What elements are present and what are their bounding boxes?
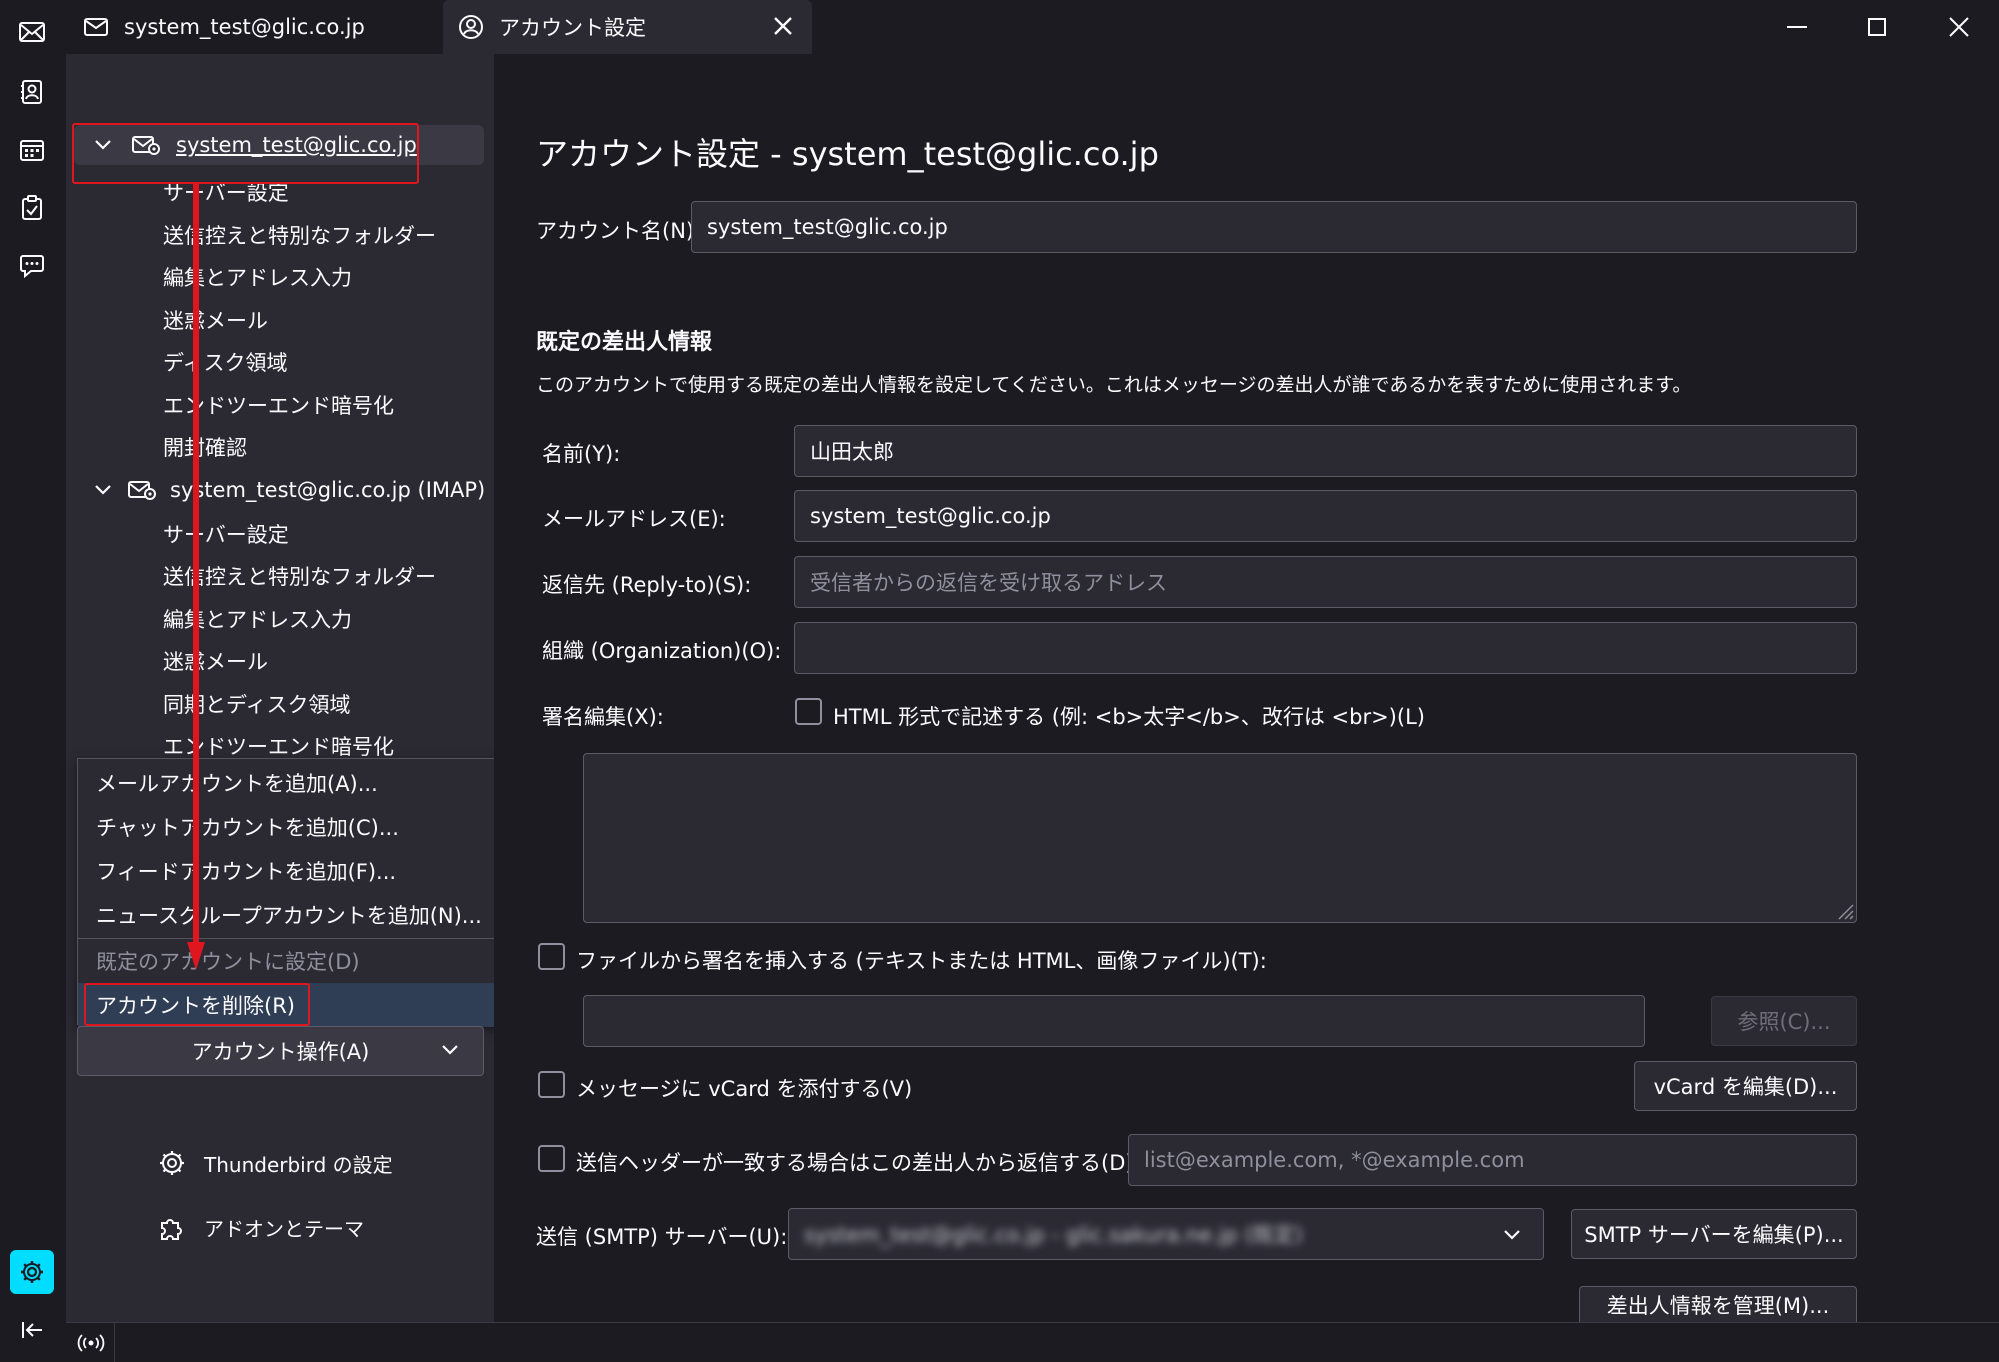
chevron-down-icon [441,1044,459,1056]
sidebar-item-copies-folders[interactable]: 送信控えと特別なフォルダー [66,215,436,255]
collapse-toolbar-icon[interactable] [10,1308,54,1352]
window-close-icon[interactable] [1919,0,1999,54]
account-actions-label: アカウント操作(A) [191,1040,370,1064]
tasks-icon[interactable] [10,186,54,230]
sidebar-item-copies-folders[interactable]: 送信控えと特別なフォルダー [66,556,436,596]
identity-description: このアカウントで使用する既定の差出人情報を設定してください。これはメッセージの差… [536,374,1692,396]
reply-from-header-label: 送信ヘッダーが一致する場合はこの差出人から返信する(D): [576,1151,1141,1175]
signature-textarea[interactable] [583,753,1857,923]
thunderbird-settings-label: Thunderbird の設定 [204,1152,393,1177]
attach-vcard-checkbox[interactable] [538,1071,565,1098]
annotation-arrow [187,184,205,970]
sidebar-item-disk-space[interactable]: ディスク領域 [66,342,288,382]
sidebar-item-server-settings[interactable]: サーバー設定 [66,514,289,554]
account-settings-icon [457,13,485,41]
smtp-server-select[interactable]: system_test@glic.co.jp - glic.sakura.ne.… [788,1208,1544,1260]
menu-add-mail-account[interactable]: メールアカウントを追加(A)... [78,761,533,805]
account-settings-pane: アカウント設定 - system_test@glic.co.jp アカウント名(… [494,54,1999,1322]
minimize-icon[interactable] [1757,0,1837,54]
tab-account-settings[interactable]: アカウント設定 [443,0,812,54]
sidebar-item-sync-disk[interactable]: 同期とディスク領域 [66,684,351,724]
email-field[interactable]: system_test@glic.co.jp [794,490,1857,542]
menu-add-newsgroup-account[interactable]: ニュースグループアカウントを追加(N)... [78,893,533,937]
online-status-icon[interactable] [76,1333,106,1353]
edit-vcard-button[interactable]: vCard を編集(D)... [1634,1061,1857,1111]
account-sidebar: system_test@glic.co.jp サーバー設定 送信控えと特別なフォ… [66,54,494,1322]
mail-space-icon[interactable] [10,10,54,54]
app-window: system_test@glic.co.jp アカウント設定 system_te… [0,0,1999,1362]
name-label: 名前(Y): [542,442,621,466]
sidebar-item-composition[interactable]: 編集とアドレス入力 [66,599,352,639]
addons-themes-label: アドオンとテーマ [204,1216,364,1241]
title-bar: system_test@glic.co.jp アカウント設定 [66,0,1999,54]
reply-to-label: 返信先 (Reply-to)(S): [542,573,752,597]
attach-signature-checkbox[interactable] [538,943,565,970]
menu-add-feed-account[interactable]: フィードアカウントを追加(F)... [78,849,533,893]
status-divider [114,1323,115,1362]
chevron-down-icon [1503,1229,1521,1241]
settings-gear-icon[interactable] [10,1250,54,1294]
mail-account-icon [128,479,156,501]
spaces-toolbar [0,0,66,1362]
account-actions-button[interactable]: アカウント操作(A) [77,1026,484,1076]
manage-identities-button[interactable]: 差出人情報を管理(M)... [1579,1286,1857,1322]
reply-to-field[interactable]: 受信者からの返信を受け取るアドレス [794,556,1857,608]
chat-icon[interactable] [10,244,54,288]
highlight-box-account [72,123,419,184]
page-title: アカウント設定 - system_test@glic.co.jp [536,135,1159,173]
address-book-icon[interactable] [10,70,54,114]
email-label: メールアドレス(E): [542,507,726,531]
chevron-down-icon[interactable] [94,484,112,496]
gear-icon [158,1149,188,1177]
status-bar [66,1322,1999,1362]
maximize-icon[interactable] [1837,0,1917,54]
sidebar-item-junk[interactable]: 迷惑メール [66,300,268,340]
smtp-server-label: 送信 (SMTP) サーバー(U): [536,1225,788,1249]
signature-file-field[interactable] [583,995,1645,1047]
html-signature-label: HTML 形式で記述する (例: <b>太字</b>、改行は <br>)(L) [833,705,1425,729]
calendar-icon[interactable] [10,128,54,172]
sidebar-item-junk[interactable]: 迷惑メール [66,641,268,681]
mail-icon [82,13,110,41]
sidebar-item-e2e-encryption[interactable]: エンドツーエンド暗号化 [66,385,394,425]
attach-signature-label: ファイルから署名を挿入する (テキストまたは HTML、画像ファイル)(T): [576,949,1267,973]
signature-label: 署名編集(X): [542,705,664,729]
edit-smtp-button[interactable]: SMTP サーバーを編集(P)... [1571,1209,1857,1259]
attach-vcard-label: メッセージに vCard を添付する(V) [576,1077,913,1101]
thunderbird-settings-link[interactable]: Thunderbird の設定 [158,1143,393,1183]
name-field[interactable]: 山田太郎 [794,425,1857,477]
html-signature-checkbox[interactable] [795,698,822,725]
sidebar-item-return-receipts[interactable]: 開封確認 [66,427,247,467]
browse-button: 参照(C)... [1711,996,1857,1046]
account-name-imap: system_test@glic.co.jp (IMAP) [170,478,486,502]
highlight-box-delete [84,983,310,1026]
tab-account-settings-label: アカウント設定 [499,16,646,40]
identity-heading: 既定の差出人情報 [536,330,713,355]
menu-add-chat-account[interactable]: チャットアカウントを追加(C)... [78,805,533,849]
sidebar-item-composition[interactable]: 編集とアドレス入力 [66,257,352,297]
tab-close-icon[interactable] [772,15,794,37]
reply-from-header-checkbox[interactable] [538,1145,565,1172]
tab-mail[interactable]: system_test@glic.co.jp [68,0,440,54]
addons-themes-link[interactable]: アドオンとテーマ [158,1207,364,1247]
organization-label: 組織 (Organization)(O): [542,639,782,663]
resize-grip-icon[interactable] [1835,901,1855,921]
reply-from-header-field[interactable]: list@example.com, *@example.com [1128,1134,1857,1186]
account-name-field[interactable]: system_test@glic.co.jp [691,201,1857,253]
account-name-label: アカウント名(N): [536,219,702,243]
puzzle-icon [158,1213,188,1241]
organization-field[interactable] [794,622,1857,674]
account-row-imap[interactable]: system_test@glic.co.jp (IMAP) [74,470,486,510]
smtp-server-value: system_test@glic.co.jp - glic.sakura.ne.… [804,1223,1303,1247]
tab-mail-label: system_test@glic.co.jp [124,15,365,39]
menu-set-default-account: 既定のアカウントに設定(D) [96,950,360,974]
